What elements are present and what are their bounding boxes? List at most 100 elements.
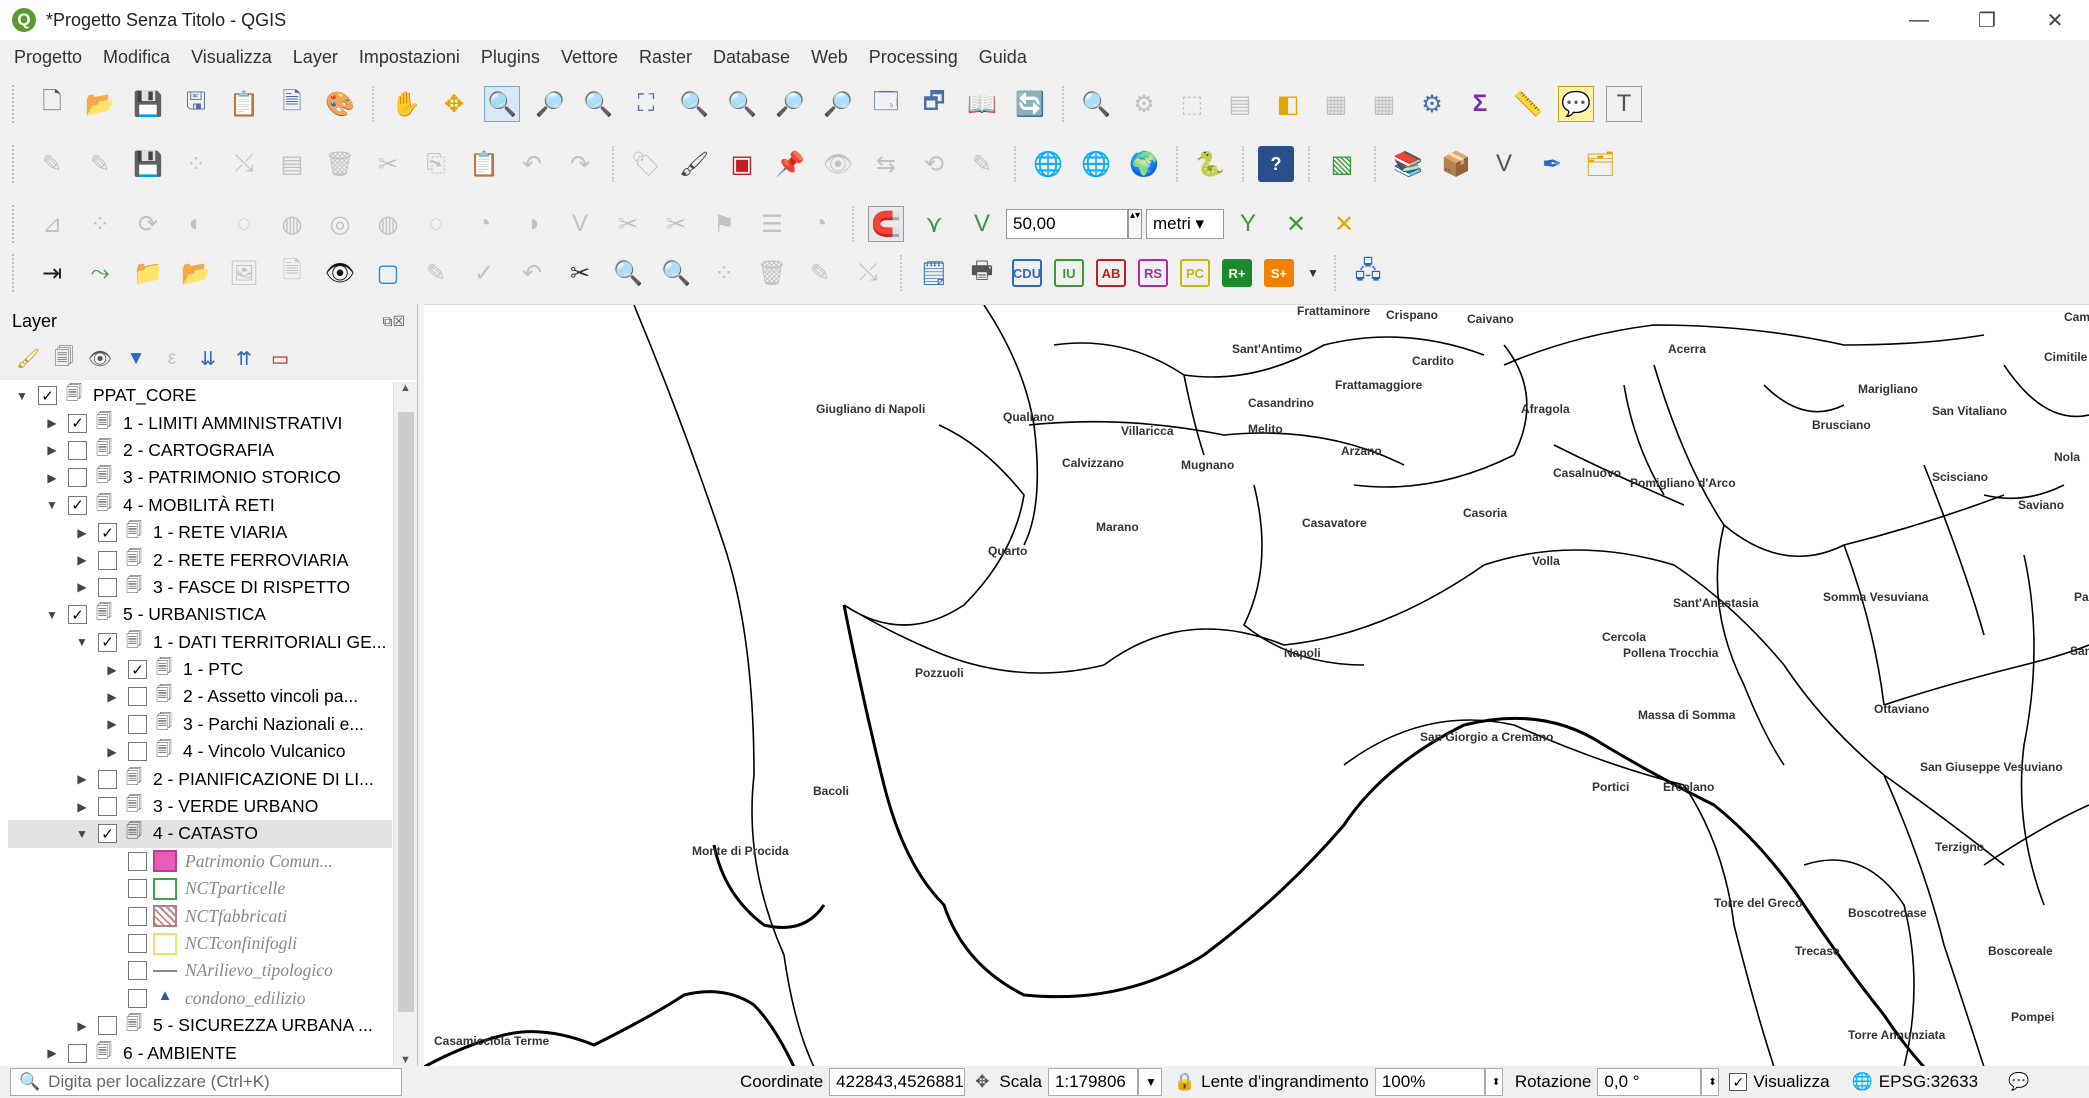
snap-intersection-icon[interactable]: Y [1230, 206, 1266, 242]
route-icon[interactable]: ⤳ [82, 255, 118, 291]
lock-icon[interactable]: 🔒 [1174, 1072, 1195, 1092]
exit-icon[interactable]: ⇥ [34, 255, 70, 291]
vertex-tool-icon[interactable]: ⤯ [226, 146, 262, 182]
add-point-icon[interactable]: ⁘ [178, 146, 214, 182]
search-attribute-icon[interactable]: 🔍 [658, 255, 694, 291]
scroll-down-icon[interactable]: ▼ [394, 1054, 417, 1066]
deselect-icon[interactable]: ◧ [1270, 86, 1306, 122]
layer-tree-row[interactable]: ▶ 🗐 3 - PATRIMONIO STORICO [8, 464, 392, 491]
layer-visibility-checkbox[interactable] [128, 988, 147, 1008]
pin-labels-icon[interactable]: 📌 [772, 146, 808, 182]
layer-tree-row[interactable]: ▼ ✓ 🗐 4 - CATASTO [8, 820, 392, 848]
layer-visibility-checkbox[interactable]: ✓ [38, 386, 57, 406]
merge-features-icon[interactable]: ⚑ [706, 206, 742, 242]
expand-arrow-right-icon[interactable]: ▶ [102, 745, 122, 759]
expand-all-icon[interactable]: ⇊ [195, 346, 221, 372]
layer-visibility-checkbox[interactable] [128, 906, 147, 926]
add-layer-icon[interactable]: 🗂 [1582, 146, 1618, 182]
collapse-all-icon[interactable]: ⇈ [231, 346, 257, 372]
expand-arrow-down-icon[interactable]: ▼ [42, 608, 62, 622]
pencil-icon[interactable]: ✎ [802, 255, 838, 291]
layer-style-icon[interactable]: 📚 [1390, 146, 1426, 182]
rotation-field[interactable]: 0,0 ° [1597, 1068, 1702, 1096]
layer-tree-row[interactable]: ▶ 🗐 2 - CARTOGRAFIA [8, 437, 392, 464]
layer-visibility-checkbox[interactable] [98, 769, 117, 789]
attribute-table-icon[interactable]: ▦ [1318, 86, 1354, 122]
zoom-full-icon[interactable]: ⛶ [628, 86, 664, 122]
add-ring-icon[interactable]: ◌ [226, 206, 262, 242]
vertex-icon[interactable]: ⤯ [850, 255, 886, 291]
zoom-in-icon[interactable]: 🔍 [484, 86, 520, 122]
toggle-editing-icon[interactable]: ✎ [82, 146, 118, 182]
panel-float-close-icon[interactable]: ⧉☒ [382, 313, 405, 330]
label-toolbar-icon[interactable]: 🏷 [628, 146, 664, 182]
cut-features-icon[interactable]: ✂ [370, 146, 406, 182]
scrollbar-thumb[interactable] [398, 412, 414, 1012]
layer-tree-row[interactable]: ▶ 🗐 2 - RETE FERROVIARIA [8, 546, 392, 573]
copy-features-icon[interactable]: ⎘ [418, 146, 454, 182]
layer-visibility-checkbox[interactable]: ✓ [98, 632, 117, 652]
expand-arrow-right-icon[interactable]: ▶ [72, 772, 92, 786]
menu-web[interactable]: Web [811, 47, 848, 68]
open-project-icon[interactable]: 📂 [82, 86, 118, 122]
zoom-native-icon[interactable]: 🔍 [580, 86, 616, 122]
snap-cross-icon[interactable]: ✕ [1278, 206, 1314, 242]
layer-visibility-checkbox[interactable] [98, 1016, 117, 1036]
zoom-out-icon[interactable]: 🔎 [532, 86, 568, 122]
menu-raster[interactable]: Raster [639, 47, 692, 68]
text-annotation-icon[interactable]: T [1606, 86, 1642, 122]
plugin-update-icon[interactable]: ▧ [1324, 146, 1360, 182]
layer-labeling-icon[interactable]: 🖌 [676, 146, 712, 182]
layer-visibility-checkbox[interactable] [68, 468, 87, 488]
magnifier-stepper[interactable]: ⬍ [1484, 1068, 1503, 1096]
network-icon[interactable]: 🖧 [1350, 255, 1386, 291]
points-icon[interactable]: ⁘ [706, 255, 742, 291]
layer-visibility-checkbox[interactable] [98, 797, 117, 817]
layer-tree-row[interactable]: ▶ ✓ 🗐 1 - PTC [8, 656, 392, 683]
expand-arrow-right-icon[interactable]: ▶ [102, 663, 122, 677]
menu-plugins[interactable]: Plugins [481, 47, 540, 68]
layer-tree-row[interactable]: ▼ ✓ 🗐 1 - DATI TERRITORIALI GE... [8, 629, 392, 656]
layer-tree-row[interactable]: ▶ 🗐 3 - FASCE DI RISPETTO [8, 574, 392, 601]
zoom-last-icon[interactable]: 🔎 [772, 86, 808, 122]
menu-guida[interactable]: Guida [979, 47, 1027, 68]
layer-visibility-checkbox[interactable] [128, 879, 147, 899]
layer-tree-row[interactable]: ▶ 🗐 3 - Parchi Nazionali e... [8, 711, 392, 738]
actions-icon[interactable]: ⚙ [1126, 86, 1162, 122]
layer-tree-scrollbar[interactable]: ▲ ▼ [393, 382, 417, 1066]
modify-attributes-icon[interactable]: ▤ [274, 146, 310, 182]
expand-arrow-right-icon[interactable]: ▶ [42, 443, 62, 457]
scale-field[interactable]: 1:179806 [1047, 1068, 1138, 1096]
style-manager-icon[interactable]: 🎨 [322, 86, 358, 122]
layer-tree-row[interactable]: ▶ 🗐 2 - PIANIFICAZIONE DI LI... [8, 765, 392, 792]
folder-icon[interactable]: 📁 [130, 255, 166, 291]
filter-expression-icon[interactable]: ε [159, 346, 185, 372]
coordinate-field[interactable]: 422843,4526881 [829, 1068, 966, 1096]
select-by-value-icon[interactable]: ▤ [1222, 86, 1258, 122]
field-calculator-icon[interactable]: ▦ [1366, 86, 1402, 122]
layer-tree-row[interactable]: Patrimonio Comun... [8, 848, 392, 875]
layer-tree-row[interactable]: ▶ 🗐 5 - SICUREZZA URBANA ... [8, 1012, 392, 1039]
expand-arrow-down-icon[interactable]: ▼ [12, 389, 32, 403]
layer-tree-row[interactable]: ▼ ✓ 🗐 4 - MOBILITÀ RETI [8, 492, 392, 519]
menu-layer[interactable]: Layer [293, 47, 338, 68]
layer-tree-row[interactable]: ▼ ✓ 🗐 PPAT_CORE [8, 382, 392, 409]
chevron-down-icon[interactable]: ▼ [1306, 255, 1320, 291]
new-map-view-icon[interactable]: 🗔 [868, 86, 904, 122]
menu-processing[interactable]: Processing [869, 47, 958, 68]
layer-visibility-checkbox[interactable] [68, 1043, 87, 1063]
menu-impostazioni[interactable]: Impostazioni [359, 47, 460, 68]
layer-visibility-checkbox[interactable] [68, 440, 87, 460]
filter-legend-icon[interactable]: ▼ [123, 346, 149, 372]
scale-dropdown-icon[interactable]: ▼ [1137, 1068, 1162, 1096]
r-plus-button[interactable]: R+ [1222, 259, 1252, 287]
offset-curve-icon[interactable]: ◑ [514, 206, 550, 242]
save-edits-icon[interactable]: 💾 [130, 146, 166, 182]
layer-tree-row[interactable]: NCTfabbricati [8, 902, 392, 929]
change-label-icon[interactable]: ✎ [964, 146, 1000, 182]
rs-button[interactable]: RS [1138, 259, 1168, 287]
expand-arrow-down-icon[interactable]: ▼ [72, 635, 92, 649]
advanced-digitize-icon[interactable]: ⊿ [34, 206, 70, 242]
menu-visualizza[interactable]: Visualizza [191, 47, 272, 68]
layer-tree-row[interactable]: NCTconfinifogli [8, 930, 392, 957]
